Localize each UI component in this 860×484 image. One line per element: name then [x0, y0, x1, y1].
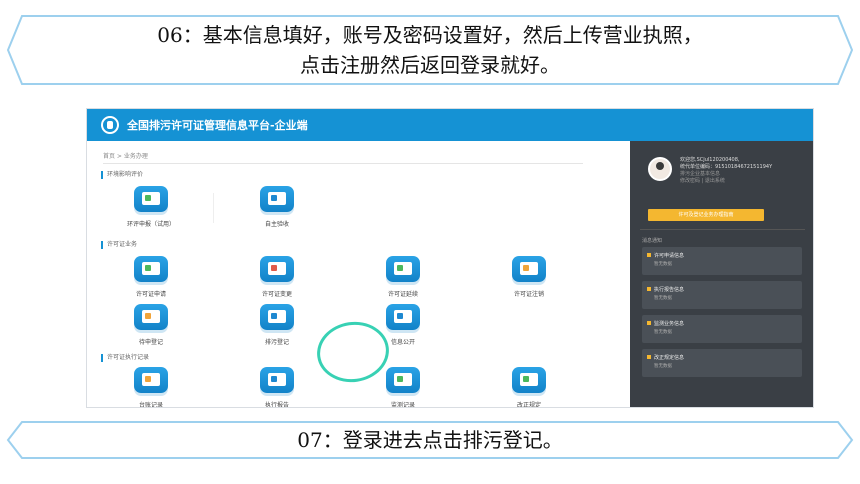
permit-renew-icon [386, 256, 420, 282]
tile-self-acceptance[interactable]: 自主验收 [237, 186, 317, 228]
notice-card-report[interactable]: 执行报告信息 暂无数据 [642, 281, 802, 309]
tile-ledger[interactable]: 台账记录 [111, 367, 191, 407]
divider [103, 163, 583, 164]
permit-cancel-icon [512, 256, 546, 282]
tile-permit-renew[interactable]: 许可证延续 [363, 256, 443, 298]
user-sidebar: 欢迎您,SCJul120200408, 统代单位编码：9151018467215… [630, 141, 813, 407]
instruction-line-1: 06：基本信息填好，账号及密码设置好，然后上传营业执照， [157, 23, 703, 47]
notice-card-rectify[interactable]: 改正规定信息 暂无数据 [642, 349, 802, 377]
permit-apply-icon [134, 256, 168, 282]
avatar [648, 157, 672, 181]
info-disclosure-icon [386, 304, 420, 330]
permit-change-icon [260, 256, 294, 282]
rectification-icon [512, 367, 546, 393]
monitoring-icon [386, 367, 420, 393]
guide-button[interactable]: 许可及登记业务办理指南 [648, 209, 764, 221]
tile-exec-report[interactable]: 执行报告 [237, 367, 317, 407]
tile-pollution-registration[interactable]: 排污登记 [237, 304, 317, 346]
main-panel: 首页 > 业务办理 环境影响评价 环评申报（试用） 自主验收 许可证业务 许可证… [87, 141, 630, 407]
instruction-banner-bottom: 07：登录进去点击排污登记。 [0, 420, 860, 460]
pending-registration-icon [134, 304, 168, 330]
breadcrumb[interactable]: 首页 > 业务办理 [103, 151, 148, 160]
user-info: 欢迎您,SCJul120200408, 统代单位编码：9151018467215… [680, 157, 773, 184]
tile-pending-registration[interactable]: 待申登记 [111, 304, 191, 346]
logo-icon [101, 116, 119, 134]
tile-permit-cancel[interactable]: 许可证注销 [489, 256, 569, 298]
notice-label: 消息通知 [642, 238, 663, 244]
notice-card-monitor[interactable]: 监测业务信息 暂无数据 [642, 315, 802, 343]
section-permit: 许可证业务 [101, 241, 137, 249]
tile-permit-apply[interactable]: 许可证申请 [111, 256, 191, 298]
instruction-line-2: 点击注册然后返回登录就好。 [300, 53, 560, 77]
app-title: 全国排污许可证管理信息平台-企业端 [127, 119, 308, 132]
pollution-registration-icon [260, 304, 294, 330]
divider [213, 193, 214, 223]
eia-icon [134, 186, 168, 212]
exec-report-icon [260, 367, 294, 393]
portal-screenshot: 全国排污许可证管理信息平台-企业端 首页 > 业务办理 环境影响评价 环评申报（… [86, 108, 814, 408]
tile-eia[interactable]: 环评申报（试用） [111, 186, 191, 228]
instruction-text-bottom: 07：登录进去点击排污登记。 [297, 428, 563, 452]
divider [640, 229, 805, 230]
section-exec: 许可证执行记录 [101, 354, 149, 362]
tile-permit-change[interactable]: 许可证变更 [237, 256, 317, 298]
notice-card-permit[interactable]: 许可申请信息 暂无数据 [642, 247, 802, 275]
app-header: 全国排污许可证管理信息平台-企业端 [87, 109, 813, 141]
instruction-banner-top: 06：基本信息填好，账号及密码设置好，然后上传营业执照， 点击注册然后返回登录就… [0, 14, 860, 86]
tile-rectification[interactable]: 改正规定 [489, 367, 569, 407]
section-env: 环境影响评价 [101, 171, 143, 179]
instruction-text-top: 06：基本信息填好，账号及密码设置好，然后上传营业执照， 点击注册然后返回登录就… [0, 20, 860, 80]
ledger-icon [134, 367, 168, 393]
self-acceptance-icon [260, 186, 294, 212]
